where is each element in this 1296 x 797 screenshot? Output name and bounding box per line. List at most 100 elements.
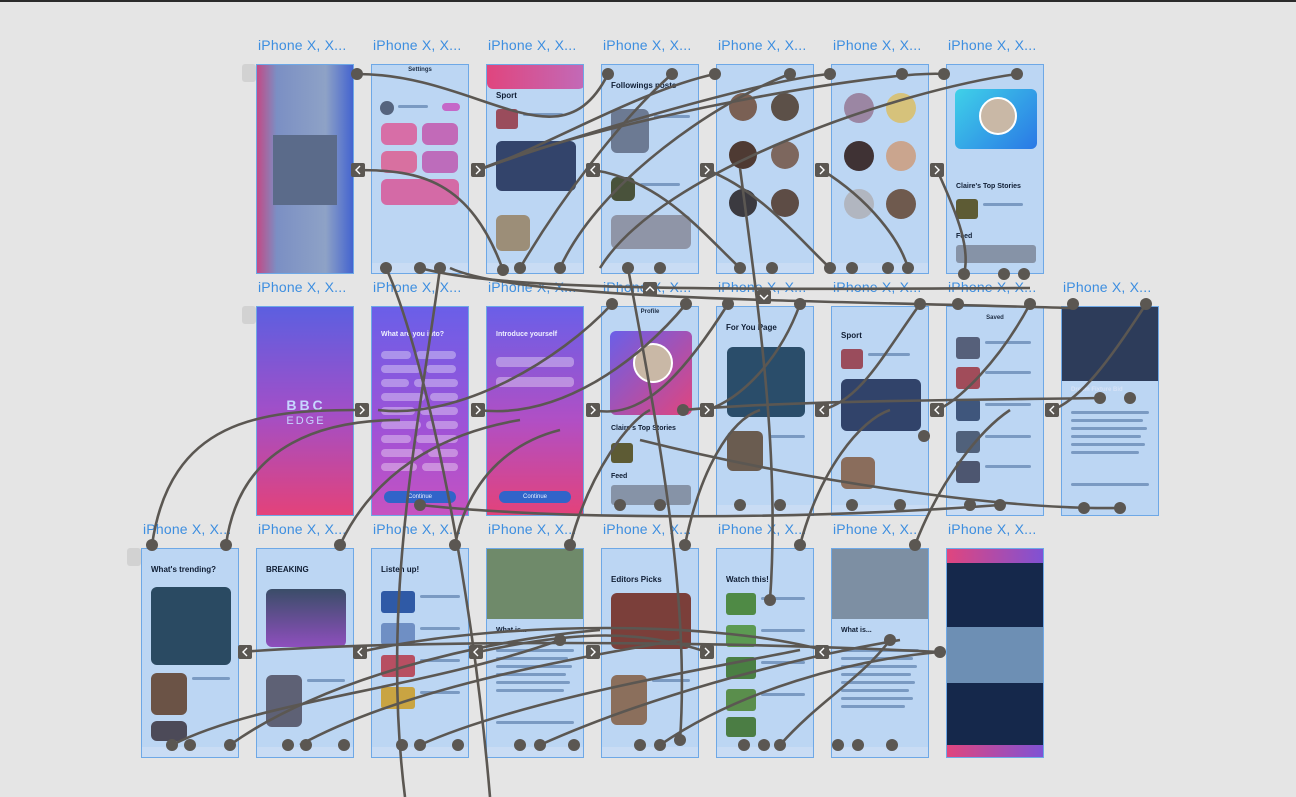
hotspot-dot[interactable]	[414, 262, 426, 274]
hotspot-dot[interactable]	[282, 739, 294, 751]
arrow-right-icon[interactable]	[586, 645, 600, 659]
hotspot-dot[interactable]	[554, 634, 566, 646]
hotspot-dot[interactable]	[674, 734, 686, 746]
hotspot-dot[interactable]	[634, 739, 646, 751]
hotspot-dot[interactable]	[1018, 268, 1030, 280]
hotspot-dot[interactable]	[784, 68, 796, 80]
hotspot-dot[interactable]	[846, 262, 858, 274]
hotspot-dot[interactable]	[334, 539, 346, 551]
hotspot-dot[interactable]	[896, 68, 908, 80]
hotspot-dot[interactable]	[1024, 298, 1036, 310]
hotspot-dot[interactable]	[824, 68, 836, 80]
hotspot-dot[interactable]	[622, 262, 634, 274]
hotspot-dot[interactable]	[654, 262, 666, 274]
hotspot-dot[interactable]	[1078, 502, 1090, 514]
hotspot-dot[interactable]	[679, 539, 691, 551]
hotspot-dot[interactable]	[146, 539, 158, 551]
hotspot-dot[interactable]	[224, 739, 236, 751]
arrow-right-icon[interactable]	[700, 163, 714, 177]
hotspot-dot[interactable]	[852, 739, 864, 751]
hotspot-dot[interactable]	[909, 539, 921, 551]
hotspot-dot[interactable]	[764, 594, 776, 606]
hotspot-dot[interactable]	[846, 499, 858, 511]
arrow-left-icon[interactable]	[815, 645, 829, 659]
arrow-right-icon[interactable]	[930, 163, 944, 177]
arrow-left-icon[interactable]	[351, 163, 365, 177]
hotspot-dot[interactable]	[918, 430, 930, 442]
hotspot-dot[interactable]	[654, 499, 666, 511]
hotspot-dot[interactable]	[514, 739, 526, 751]
hotspot-dot[interactable]	[564, 539, 576, 551]
hotspot-dot[interactable]	[166, 739, 178, 751]
hotspot-dot[interactable]	[414, 499, 426, 511]
hotspot-dot[interactable]	[734, 262, 746, 274]
hotspot-dot[interactable]	[300, 739, 312, 751]
hotspot-dot[interactable]	[902, 262, 914, 274]
hotspot-dot[interactable]	[568, 739, 580, 751]
arrow-left-icon[interactable]	[469, 645, 483, 659]
hotspot-dot[interactable]	[677, 404, 689, 416]
arrow-left-icon[interactable]	[930, 403, 944, 417]
hotspot-dot[interactable]	[914, 298, 926, 310]
hotspot-dot[interactable]	[452, 739, 464, 751]
hotspot-dot[interactable]	[1140, 298, 1152, 310]
hotspot-dot[interactable]	[414, 739, 426, 751]
hotspot-dot[interactable]	[964, 499, 976, 511]
hotspot-dot[interactable]	[738, 739, 750, 751]
prototype-canvas[interactable]: iPhone X, X... iPhone X, X... iPhone X, …	[0, 0, 1296, 797]
hotspot-dot[interactable]	[351, 68, 363, 80]
hotspot-dot[interactable]	[1094, 392, 1106, 404]
hotspot-dot[interactable]	[1011, 68, 1023, 80]
hotspot-dot[interactable]	[666, 68, 678, 80]
hotspot-dot[interactable]	[774, 739, 786, 751]
hotspot-dot[interactable]	[184, 739, 196, 751]
hotspot-dot[interactable]	[952, 298, 964, 310]
hotspot-dot[interactable]	[602, 68, 614, 80]
hotspot-dot[interactable]	[734, 499, 746, 511]
hotspot-dot[interactable]	[886, 739, 898, 751]
arrow-left-icon[interactable]	[815, 403, 829, 417]
arrow-right-icon[interactable]	[815, 163, 829, 177]
arrow-right-icon[interactable]	[471, 403, 485, 417]
hotspot-dot[interactable]	[1124, 392, 1136, 404]
hotspot-dot[interactable]	[554, 262, 566, 274]
arrow-right-icon[interactable]	[700, 403, 714, 417]
hotspot-dot[interactable]	[709, 68, 721, 80]
hotspot-dot[interactable]	[958, 268, 970, 280]
hotspot-dot[interactable]	[338, 739, 350, 751]
hotspot-dot[interactable]	[998, 268, 1010, 280]
hotspot-dot[interactable]	[766, 262, 778, 274]
hotspot-dot[interactable]	[434, 262, 446, 274]
arrow-right-icon[interactable]	[355, 403, 369, 417]
arrow-down-icon[interactable]	[757, 290, 771, 304]
hotspot-dot[interactable]	[884, 634, 896, 646]
arrow-left-icon[interactable]	[1045, 403, 1059, 417]
hotspot-dot[interactable]	[449, 539, 461, 551]
arrow-left-icon[interactable]	[586, 163, 600, 177]
arrow-right-icon[interactable]	[471, 163, 485, 177]
arrow-left-icon[interactable]	[238, 645, 252, 659]
hotspot-dot[interactable]	[758, 739, 770, 751]
hotspot-dot[interactable]	[794, 539, 806, 551]
hotspot-dot[interactable]	[380, 262, 392, 274]
hotspot-dot[interactable]	[1067, 298, 1079, 310]
hotspot-dot[interactable]	[934, 646, 946, 658]
hotspot-dot[interactable]	[614, 499, 626, 511]
arrow-up-icon[interactable]	[643, 282, 657, 296]
hotspot-dot[interactable]	[606, 298, 618, 310]
hotspot-dot[interactable]	[832, 739, 844, 751]
hotspot-dot[interactable]	[1114, 502, 1126, 514]
hotspot-dot[interactable]	[497, 264, 509, 276]
hotspot-dot[interactable]	[514, 262, 526, 274]
hotspot-dot[interactable]	[220, 539, 232, 551]
hotspot-dot[interactable]	[654, 739, 666, 751]
hotspot-dot[interactable]	[794, 298, 806, 310]
arrow-right-icon[interactable]	[700, 645, 714, 659]
hotspot-dot[interactable]	[894, 499, 906, 511]
hotspot-dot[interactable]	[396, 739, 408, 751]
hotspot-dot[interactable]	[534, 739, 546, 751]
hotspot-dot[interactable]	[938, 68, 950, 80]
arrow-left-icon[interactable]	[353, 645, 367, 659]
hotspot-dot[interactable]	[994, 499, 1006, 511]
arrow-right-icon[interactable]	[586, 403, 600, 417]
